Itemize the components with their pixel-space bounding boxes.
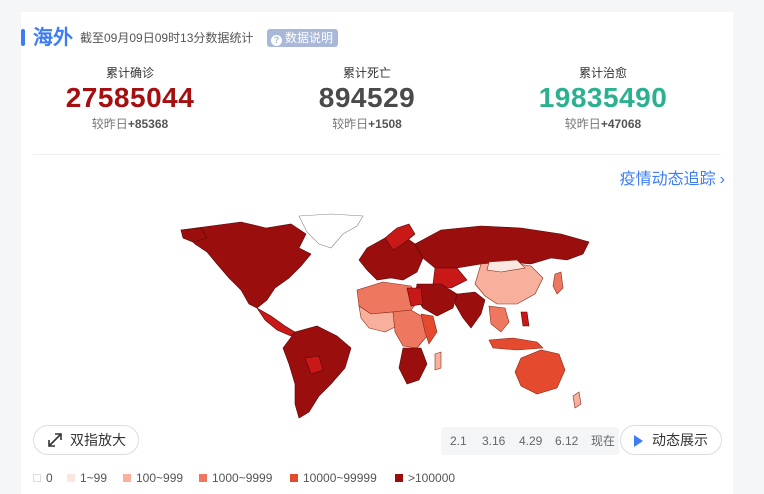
- stat-confirmed-label: 累计确诊: [105, 66, 154, 80]
- stat-deaths: 累计死亡 894529 较昨日+1508: [257, 66, 477, 132]
- legend-swatch: [33, 474, 41, 482]
- overseas-card: 海外 截至09月09日09时13分数据统计 ? 数据说明 累计确诊 2758504…: [21, 12, 733, 494]
- map-region-southern-africa[interactable]: [398, 347, 428, 385]
- timeline: 2.1 3.16 4.29 6.12 现在: [441, 427, 619, 455]
- data-explain-label: 数据说明: [285, 31, 334, 45]
- delta-value: +85368: [127, 117, 169, 131]
- delta-prefix: 较昨日: [564, 117, 601, 131]
- delta-prefix: 较昨日: [91, 117, 128, 131]
- stat-recovered-label: 累计治愈: [578, 66, 627, 80]
- question-icon: ?: [271, 35, 282, 46]
- timeline-date[interactable]: 2.1: [450, 427, 467, 455]
- legend-label: 1~99: [80, 471, 108, 485]
- stat-deaths-delta: 较昨日+1508: [257, 116, 477, 132]
- epidemic-tracking-label: 疫情动态追踪: [619, 171, 716, 188]
- timeline-date[interactable]: 3.16: [482, 427, 505, 455]
- map-region-indonesia[interactable]: [488, 337, 544, 351]
- map-region-central-america[interactable]: [256, 307, 296, 337]
- delta-value: +47068: [600, 117, 642, 131]
- section-header: 海外 截至09月09日09时13分数据统计 ? 数据说明: [21, 26, 733, 50]
- legend-item: 10000~99999: [290, 470, 377, 486]
- section-title: 海外: [33, 27, 73, 49]
- stat-deaths-label: 累计死亡: [342, 66, 391, 80]
- animate-play-button[interactable]: 动态展示: [620, 425, 722, 455]
- map-region-new-zealand[interactable]: [572, 391, 582, 409]
- legend-label: 100~999: [136, 471, 184, 485]
- legend-item: 100~999: [123, 470, 183, 486]
- timeline-date[interactable]: 4.29: [519, 427, 542, 455]
- legend-label: 0: [46, 471, 53, 485]
- expand-arrows-icon: [48, 433, 62, 447]
- map-region-madagascar[interactable]: [434, 351, 442, 371]
- map-region-southeast-asia[interactable]: [488, 305, 510, 333]
- data-explain-button[interactable]: ? 数据说明: [267, 29, 339, 47]
- legend-label: 1000~9999: [212, 471, 273, 485]
- animate-play-label: 动态展示: [652, 432, 708, 448]
- legend-label: >100000: [408, 471, 456, 485]
- stat-recovered-delta: 较昨日+47068: [493, 116, 713, 132]
- legend-swatch: [123, 474, 131, 482]
- chevron-right-icon: ›: [719, 171, 725, 188]
- map-region-india[interactable]: [454, 291, 486, 329]
- stats-timestamp: 截至09月09日09时13分数据统计: [80, 31, 254, 45]
- map-region-japan[interactable]: [552, 271, 564, 295]
- legend-item: 1~99: [67, 470, 107, 486]
- legend-swatch: [199, 474, 207, 482]
- stat-confirmed-value: 27585044: [65, 82, 195, 113]
- stat-confirmed: 累计确诊 27585044 较昨日+85368: [20, 66, 240, 132]
- delta-prefix: 较昨日: [332, 117, 369, 131]
- legend-item: 0: [33, 470, 53, 486]
- pinch-zoom-label: 双指放大: [70, 432, 126, 448]
- stat-deaths-value: 894529: [318, 82, 416, 113]
- delta-value: +1508: [368, 117, 402, 131]
- stat-recovered-value: 19835490: [538, 82, 668, 113]
- world-map[interactable]: [171, 208, 591, 420]
- map-region-australia[interactable]: [514, 349, 566, 395]
- timeline-date[interactable]: 6.12: [555, 427, 578, 455]
- map-region-philippines[interactable]: [520, 311, 530, 327]
- divider: [33, 154, 721, 155]
- map-region-greenland[interactable]: [298, 213, 364, 249]
- title-accent-bar: [21, 29, 25, 46]
- timeline-now[interactable]: 现在: [591, 427, 615, 455]
- play-icon: [634, 435, 643, 447]
- legend-swatch: [67, 474, 75, 482]
- stat-recovered: 累计治愈 19835490 较昨日+47068: [493, 66, 713, 132]
- pinch-zoom-button[interactable]: 双指放大: [33, 425, 139, 455]
- stat-confirmed-delta: 较昨日+85368: [20, 116, 240, 132]
- legend-swatch: [290, 474, 298, 482]
- legend-item: >100000: [395, 470, 455, 486]
- epidemic-tracking-link[interactable]: 疫情动态追踪 ›: [620, 170, 725, 190]
- legend-swatch: [395, 474, 403, 482]
- legend-label: 10000~99999: [303, 471, 377, 485]
- legend-item: 1000~9999: [199, 470, 272, 486]
